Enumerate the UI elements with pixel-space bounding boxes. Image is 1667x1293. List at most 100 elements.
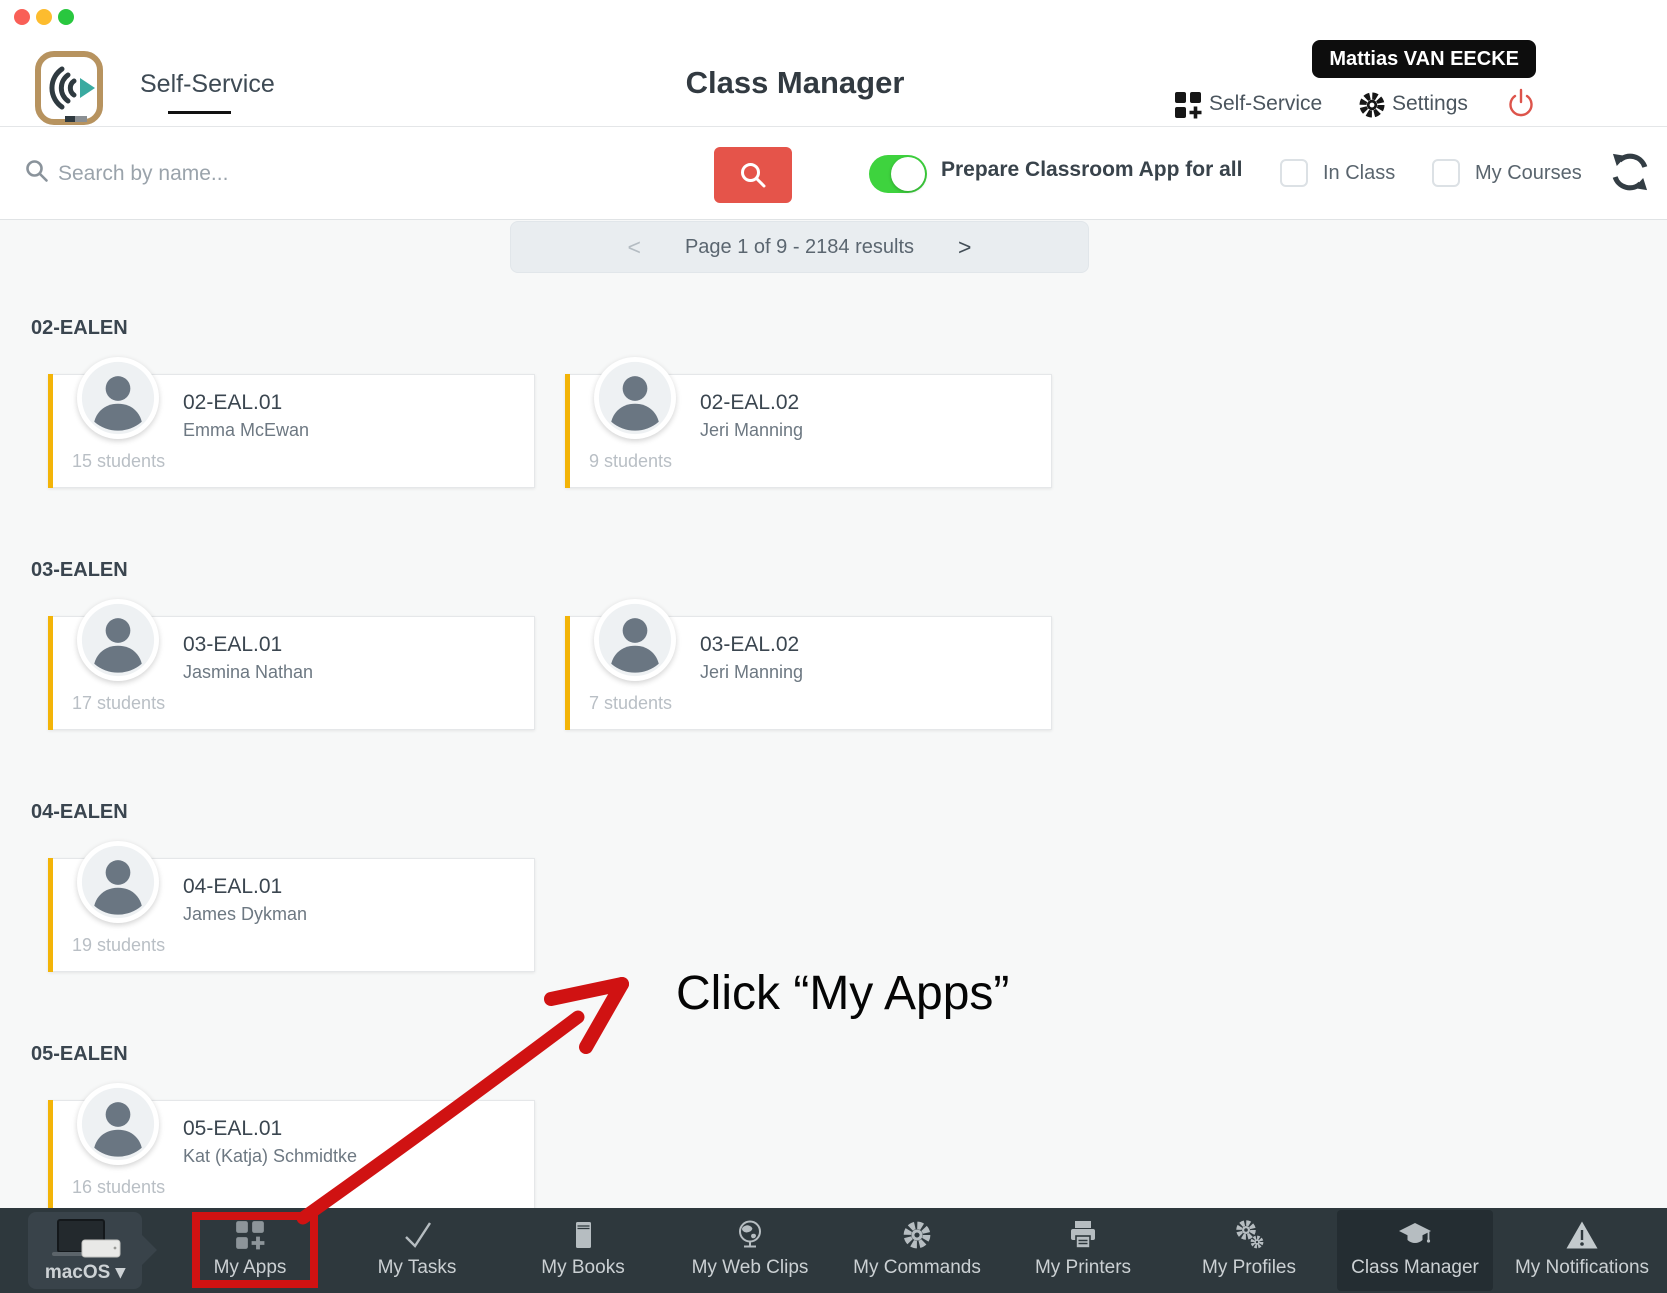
search-toolbar: Prepare Classroom App for all In Class M…: [0, 127, 1667, 220]
person-icon: [597, 360, 673, 436]
pagination: < Page 1 of 9 - 2184 results >: [510, 221, 1089, 273]
class-teacher: Emma McEwan: [183, 420, 309, 441]
book-icon: [567, 1219, 599, 1251]
prepare-classroom-toggle[interactable]: [869, 155, 927, 193]
section-title: 04-EALEN: [31, 801, 128, 824]
dock-item-label: My Notifications: [1507, 1257, 1657, 1279]
class-teacher: Jeri Manning: [700, 662, 803, 683]
user-badge[interactable]: Mattias VAN EECKE: [1312, 40, 1536, 78]
printer-icon: [1067, 1219, 1099, 1251]
whiteboard-play-logo: [34, 50, 104, 126]
dock-item-my-commands[interactable]: My Commands: [842, 1208, 992, 1293]
class-student-count: 16 students: [72, 1177, 165, 1198]
checkmark-icon: [400, 1219, 434, 1251]
class-card[interactable]: 04-EAL.01 James Dykman 19 students: [48, 858, 535, 972]
class-card[interactable]: 02-EAL.01 Emma McEwan 15 students: [48, 374, 535, 488]
person-icon: [80, 602, 156, 678]
dock-item-my-books[interactable]: My Books: [508, 1208, 658, 1293]
os-selector-label: macOS ▾: [28, 1261, 142, 1284]
section-title: 02-EALEN: [31, 317, 128, 340]
search-icon: [739, 161, 767, 189]
search-button[interactable]: [714, 147, 792, 203]
person-icon: [80, 1086, 156, 1162]
class-code: 02-EAL.01: [183, 391, 282, 415]
dock-item-label: My Printers: [1008, 1257, 1158, 1279]
class-card[interactable]: 05-EAL.01 Kat (Katja) Schmidtke 16 stude…: [48, 1100, 535, 1214]
prepare-classroom-label: Prepare Classroom App for all: [941, 158, 1242, 182]
avatar: [594, 599, 676, 681]
class-code: 04-EAL.01: [183, 875, 282, 899]
class-teacher: Jasmina Nathan: [183, 662, 313, 683]
title-underline: [168, 111, 231, 114]
class-student-count: 9 students: [589, 451, 672, 472]
class-card[interactable]: 02-EAL.02 Jeri Manning 9 students: [565, 374, 1052, 488]
power-icon[interactable]: [1505, 87, 1537, 121]
class-student-count: 15 students: [72, 451, 165, 472]
person-icon: [80, 844, 156, 920]
person-icon: [80, 360, 156, 436]
class-teacher: James Dykman: [183, 904, 307, 925]
dock-item-label: Class Manager: [1340, 1257, 1490, 1279]
annotation-text: Click “My Apps”: [676, 966, 1009, 1021]
toggle-knob: [891, 157, 925, 191]
avatar: [77, 599, 159, 681]
annotation-highlight-box: [192, 1212, 318, 1288]
dock-item-my-tasks[interactable]: My Tasks: [342, 1208, 492, 1293]
class-student-count: 17 students: [72, 693, 165, 714]
section-title: 03-EALEN: [31, 559, 128, 582]
dock-item-label: My Profiles: [1174, 1257, 1324, 1279]
os-selector-pointer: [141, 1234, 157, 1266]
globe-icon: [734, 1219, 766, 1251]
class-code: 03-EAL.01: [183, 633, 282, 657]
minimize-window-button[interactable]: [36, 9, 52, 25]
class-code: 03-EAL.02: [700, 633, 799, 657]
laptop-desktop-icon: [50, 1218, 122, 1262]
maximize-window-button[interactable]: [58, 9, 74, 25]
previous-page-button[interactable]: <: [628, 234, 641, 261]
dock-item-label: My Commands: [842, 1257, 992, 1279]
os-selector-macos[interactable]: macOS ▾: [28, 1212, 142, 1289]
class-card[interactable]: 03-EAL.01 Jasmina Nathan 17 students: [48, 616, 535, 730]
card-accent-bar: [48, 374, 53, 488]
in-class-label: In Class: [1323, 162, 1395, 185]
nav-settings[interactable]: Settings: [1392, 92, 1468, 116]
graduation-cap-icon: [1398, 1219, 1432, 1251]
refresh-icon[interactable]: [1608, 150, 1652, 194]
dock-item-label: My Books: [508, 1257, 658, 1279]
dock-item-my-notifications[interactable]: My Notifications: [1507, 1208, 1657, 1293]
avatar: [77, 841, 159, 923]
close-window-button[interactable]: [14, 9, 30, 25]
class-teacher: Kat (Katja) Schmidtke: [183, 1146, 357, 1167]
apps-grid-icon: [1173, 90, 1203, 120]
pagination-label: Page 1 of 9 - 2184 results: [685, 236, 914, 259]
my-courses-label: My Courses: [1475, 162, 1582, 185]
nav-self-service[interactable]: Self-Service: [1209, 92, 1322, 116]
in-class-checkbox[interactable]: [1280, 159, 1308, 187]
dock-item-label: My Web Clips: [675, 1257, 825, 1279]
card-accent-bar: [48, 1100, 53, 1214]
card-accent-bar: [48, 858, 53, 972]
search-icon: [25, 159, 49, 183]
search-input[interactable]: [56, 157, 616, 191]
avatar: [77, 357, 159, 439]
next-page-button[interactable]: >: [958, 234, 971, 261]
dock-item-class-manager[interactable]: Class Manager: [1340, 1208, 1490, 1293]
class-code: 02-EAL.02: [700, 391, 799, 415]
gears-icon: [1233, 1219, 1265, 1251]
dock-item-my-printers[interactable]: My Printers: [1008, 1208, 1158, 1293]
dock-item-my-web-clips[interactable]: My Web Clips: [675, 1208, 825, 1293]
class-card[interactable]: 03-EAL.02 Jeri Manning 7 students: [565, 616, 1052, 730]
class-teacher: Jeri Manning: [700, 420, 803, 441]
gear-icon: [1357, 90, 1387, 120]
class-code: 05-EAL.01: [183, 1117, 282, 1141]
my-courses-checkbox[interactable]: [1432, 159, 1460, 187]
dock-item-label: My Tasks: [342, 1257, 492, 1279]
header: Self-Service Class Manager Mattias VAN E…: [0, 0, 1667, 127]
dock-item-my-profiles[interactable]: My Profiles: [1174, 1208, 1324, 1293]
section-title: 05-EALEN: [31, 1043, 128, 1066]
card-accent-bar: [565, 374, 570, 488]
class-student-count: 7 students: [589, 693, 672, 714]
page-title: Class Manager: [686, 65, 905, 101]
avatar: [594, 357, 676, 439]
app-window: Self-Service Class Manager Mattias VAN E…: [0, 0, 1667, 1293]
